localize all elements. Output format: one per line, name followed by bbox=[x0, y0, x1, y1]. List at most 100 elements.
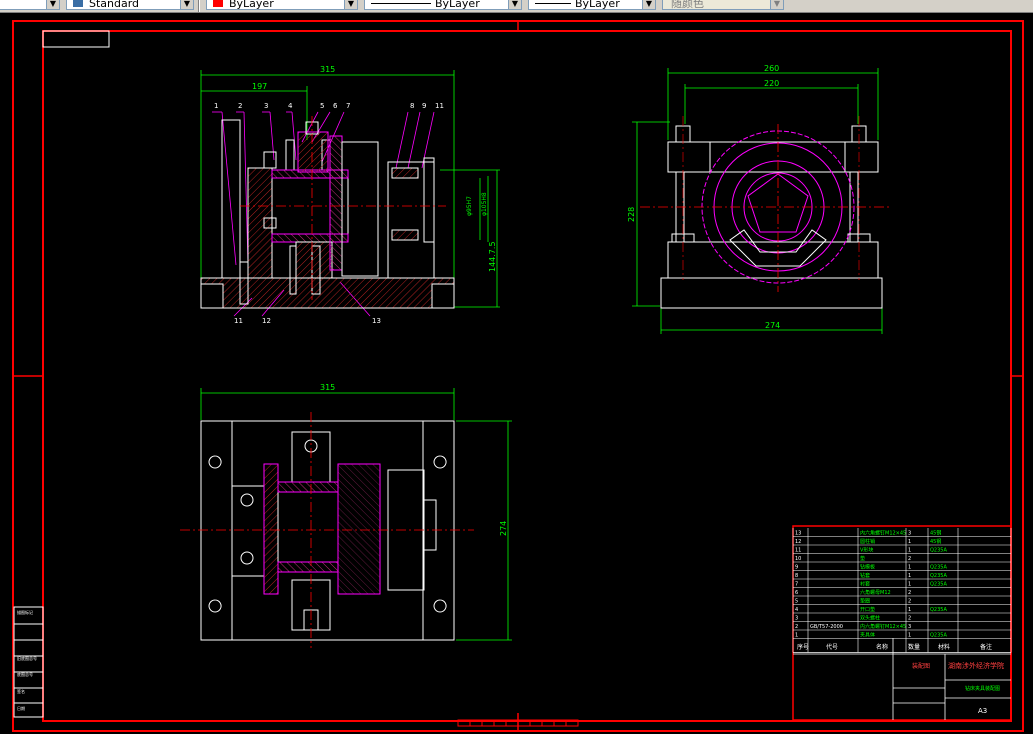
bom-cell: Q235A bbox=[930, 565, 947, 571]
bom-cell: 开口垫 bbox=[860, 606, 875, 613]
front-view[interactable]: 315 197 144.7.5 φ95H7 φ105H8 1 2 3 4 5 6… bbox=[200, 65, 500, 325]
top-base bbox=[200, 420, 455, 641]
leader-5: 5 bbox=[320, 102, 324, 110]
front-dim-bore-2: φ105H8 bbox=[481, 192, 488, 216]
side-circles bbox=[701, 130, 855, 284]
title-block[interactable]: 装配图 湖南涉外经济学院 钻床夹具装配图 A3 13 内六角螺钉M12×45 3 45… bbox=[792, 525, 1012, 721]
plot-style-value: 随颜色 bbox=[671, 0, 704, 10]
front-drill-plate bbox=[387, 161, 435, 279]
side-view[interactable]: 260 220 228 274 bbox=[627, 64, 892, 334]
side-dim-base: 274 bbox=[765, 321, 780, 330]
side-dim-height: 228 bbox=[627, 207, 636, 222]
chevron-down-icon[interactable]: ▼ bbox=[46, 0, 59, 9]
bom-cell: 圆柱销 bbox=[860, 538, 875, 545]
bom-cell: 钻模板 bbox=[860, 564, 875, 571]
header-name: 名称 bbox=[876, 643, 888, 651]
lineweight-dropdown[interactable]: ByLayer ▼ bbox=[528, 0, 656, 10]
bom-cell: 六角螺母M12 bbox=[860, 589, 891, 596]
title-label: 装配图 bbox=[912, 662, 930, 670]
color-value: ByLayer bbox=[229, 0, 274, 10]
first-dropdown[interactable]: ▼ bbox=[0, 0, 60, 10]
bom-cell: 1 bbox=[908, 548, 911, 554]
bom-cell: 4 bbox=[795, 607, 798, 613]
header-mat: 材料 bbox=[938, 643, 950, 651]
front-dim-bore-1: φ95H7 bbox=[466, 196, 473, 216]
leader-8: 8 bbox=[410, 102, 414, 110]
bom-cell: 3 bbox=[908, 624, 911, 630]
bom-cell: 12 bbox=[795, 539, 801, 545]
bom-cell: Q235A bbox=[930, 548, 947, 554]
front-base bbox=[200, 277, 455, 309]
sheet-size: A3 bbox=[978, 707, 987, 715]
leader-2: 2 bbox=[238, 102, 242, 110]
front-upright bbox=[247, 167, 273, 279]
bom-cell: 1 bbox=[908, 633, 911, 639]
text-style-icon bbox=[73, 0, 83, 7]
chevron-down-icon[interactable]: ▼ bbox=[344, 0, 357, 9]
bom-cell: 内六角螺钉M12×45 bbox=[860, 623, 906, 630]
toolbar-separator bbox=[198, 0, 200, 12]
chevron-down-icon[interactable]: ▼ bbox=[642, 0, 655, 9]
bom-cell: GB/T57-2000 bbox=[810, 624, 843, 630]
chevron-down-icon[interactable]: ▼ bbox=[770, 0, 783, 9]
bom-cell: 1 bbox=[908, 582, 911, 588]
leader-12: 12 bbox=[262, 317, 271, 325]
front-dim-partial: 197 bbox=[252, 82, 267, 91]
front-dim-width: 315 bbox=[320, 65, 335, 74]
bom-cell: 11 bbox=[795, 548, 801, 554]
side-base bbox=[660, 277, 883, 309]
left-label-table: 描图标记 旧底图总号 底图总号 签名 日期 bbox=[13, 606, 44, 718]
text-style-dropdown[interactable]: Standard ▼ bbox=[66, 0, 194, 10]
bom-cell: 8 bbox=[795, 573, 798, 579]
bom-cell: 1 bbox=[908, 565, 911, 571]
school-name: 湖南涉外经济学院 bbox=[948, 661, 1004, 670]
text-style-value: Standard bbox=[89, 0, 140, 10]
bom-cell: Q235A bbox=[930, 573, 947, 579]
lineweight-value: ByLayer bbox=[575, 0, 620, 10]
leader-10: 11 bbox=[435, 102, 444, 110]
leader-11: 11 bbox=[234, 317, 243, 325]
header-note: 备注 bbox=[980, 643, 992, 651]
top-view[interactable]: 315 274 bbox=[180, 383, 512, 648]
header-code: 代号 bbox=[826, 643, 838, 651]
leader-1: 1 bbox=[214, 102, 218, 110]
plot-style-dropdown[interactable]: 随颜色 ▼ bbox=[662, 0, 784, 10]
bom-cell: V形块 bbox=[860, 547, 873, 554]
chevron-down-icon[interactable]: ▼ bbox=[180, 0, 193, 9]
bom-cell: 3 bbox=[795, 616, 798, 622]
color-dropdown[interactable]: ByLayer ▼ bbox=[206, 0, 358, 10]
bom-cell: 10 bbox=[795, 556, 801, 562]
lineweight-preview-icon bbox=[535, 3, 571, 4]
chevron-down-icon[interactable]: ▼ bbox=[508, 0, 521, 9]
bom-cell: 1 bbox=[908, 573, 911, 579]
header-no: 序号 bbox=[797, 643, 809, 651]
leader-13: 13 bbox=[372, 317, 381, 325]
front-dim-height: 144.7.5 bbox=[488, 241, 497, 272]
bom-cell: 13 bbox=[795, 531, 801, 537]
bom-cell: 钻套 bbox=[860, 572, 870, 579]
leader-4: 4 bbox=[288, 102, 293, 110]
bom-cell: 5 bbox=[795, 599, 798, 605]
header-qty: 数量 bbox=[908, 643, 920, 651]
bom-cell: Q235A bbox=[930, 582, 947, 588]
left-label-4: 日期 bbox=[17, 705, 25, 711]
left-label-1: 旧底图总号 bbox=[17, 655, 37, 661]
left-label-2: 底图总号 bbox=[17, 671, 33, 677]
bom-cell: 6 bbox=[795, 590, 798, 596]
bom-cell: 45钢 bbox=[930, 538, 941, 545]
side-dimensions bbox=[632, 68, 883, 334]
bom-cell: 1 bbox=[908, 607, 911, 613]
drawing-canvas[interactable]: 描图标记 旧底图总号 底图总号 签名 日期 315 197 144.7.5 φ9… bbox=[0, 13, 1033, 734]
side-dim-outer: 260 bbox=[764, 64, 779, 73]
bom-cell: 45钢 bbox=[930, 530, 941, 537]
linetype-preview-icon bbox=[371, 3, 431, 4]
linetype-dropdown[interactable]: ByLayer ▼ bbox=[364, 0, 522, 10]
bom-cell: 内六角螺钉M12×45 bbox=[860, 530, 906, 537]
bom-cell: 2 bbox=[908, 616, 911, 622]
bom-cell: 7 bbox=[795, 582, 798, 588]
top-dim-height: 274 bbox=[499, 521, 508, 536]
side-dim-inner: 220 bbox=[764, 79, 779, 88]
bom-cell: Q235A bbox=[930, 607, 947, 613]
bom-cell: 垫圈 bbox=[860, 598, 870, 605]
leader-7: 7 bbox=[346, 102, 350, 110]
